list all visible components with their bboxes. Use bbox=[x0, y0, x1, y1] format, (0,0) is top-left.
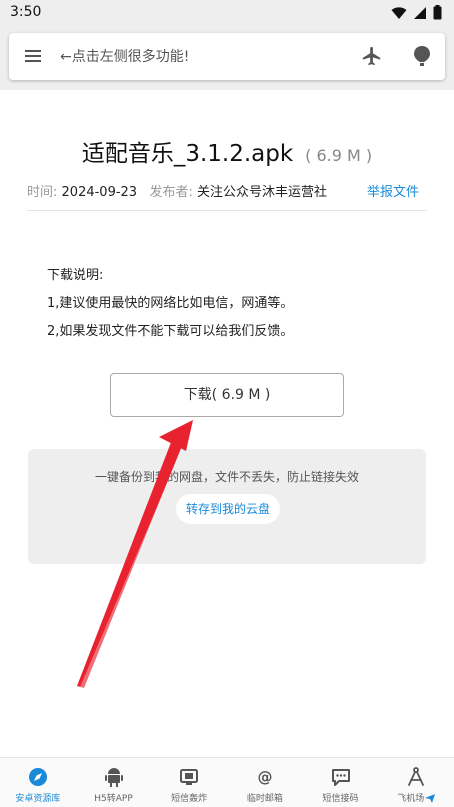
save-to-cloud-button[interactable]: 转存到我的云盘 bbox=[176, 494, 280, 524]
cloud-backup-text: 一键备份到我的网盘，文件不丢失，防止链接失效 bbox=[94, 470, 359, 484]
time-label: 时间: bbox=[27, 185, 58, 200]
message-icon bbox=[331, 769, 350, 786]
signal-icon bbox=[414, 6, 426, 19]
instructions-line-1: 1,建议使用最快的网络比如电信，网通等。 bbox=[47, 296, 294, 311]
report-file-link[interactable]: 举报文件 bbox=[367, 181, 419, 200]
battery-icon bbox=[433, 5, 442, 20]
balloon-icon[interactable] bbox=[412, 45, 432, 67]
nav-item-sms-code[interactable]: 短信接码 bbox=[303, 758, 379, 807]
download-button[interactable]: 下载( 6.9 M ) bbox=[110, 373, 344, 417]
menu-icon[interactable] bbox=[23, 47, 43, 65]
nav-item-h5-to-app[interactable]: H5转APP bbox=[76, 758, 152, 807]
bottom-nav: 安卓资源库 H5转APP 短信轰炸 @ 临时邮箱 短信接码 飞机场 bbox=[0, 757, 454, 807]
nav-item-temp-email[interactable]: @ 临时邮箱 bbox=[227, 758, 303, 807]
publisher-value: 关注公众号沐丰运营社 bbox=[197, 185, 328, 200]
nav-label: 临时邮箱 bbox=[246, 794, 283, 804]
nav-item-airport[interactable]: 飞机场 bbox=[378, 758, 454, 807]
nav-label: H5转APP bbox=[94, 794, 133, 804]
nav-item-android-resources[interactable]: 安卓资源库 bbox=[0, 758, 76, 807]
compass-icon bbox=[28, 768, 47, 786]
nav-label-text: 飞机场 bbox=[397, 794, 425, 804]
publisher-label: 发布者: bbox=[149, 185, 193, 200]
paper-plane-icon bbox=[425, 794, 436, 803]
nav-label: 飞机场 bbox=[397, 791, 436, 804]
status-time: 3:50 bbox=[10, 4, 42, 20]
search-input[interactable]: ←点击左侧很多功能! bbox=[60, 46, 189, 66]
download-instructions: 下载说明: 1,建议使用最快的网络比如电信，网通等。 2,如果发现文件不能下载可… bbox=[47, 262, 293, 346]
airplane-icon[interactable] bbox=[361, 45, 383, 67]
nav-label: 安卓资源库 bbox=[15, 794, 61, 804]
nav-label: 短信接码 bbox=[322, 794, 359, 804]
time-value: 2024-09-23 bbox=[61, 185, 138, 200]
compass-tool-icon bbox=[408, 767, 425, 786]
instructions-line-2: 2,如果发现文件不能下载可以给我们反馈。 bbox=[47, 324, 294, 339]
file-size: ( 6.9 M ) bbox=[305, 146, 373, 165]
nav-item-sms-bomb[interactable]: 短信轰炸 bbox=[151, 758, 227, 807]
cloud-backup-panel: 一键备份到我的网盘，文件不丢失，防止链接失效 转存到我的云盘 bbox=[28, 449, 426, 564]
search-bar[interactable]: ←点击左侧很多功能! bbox=[9, 33, 445, 80]
file-name: 适配音乐_3.1.2.apk bbox=[81, 141, 294, 167]
android-icon bbox=[104, 768, 123, 787]
tv-icon bbox=[180, 769, 199, 785]
nav-label: 短信轰炸 bbox=[171, 794, 208, 804]
file-title: 适配音乐_3.1.2.apk ( 6.9 M ) bbox=[0, 134, 454, 168]
instructions-title: 下载说明: bbox=[47, 268, 104, 283]
file-meta: 时间: 2024-09-23 发布者: 关注公众号沐丰运营社 举报文件 bbox=[27, 181, 427, 211]
svg-text:@: @ bbox=[257, 768, 272, 786]
at-icon: @ bbox=[257, 768, 272, 786]
status-icons bbox=[391, 5, 442, 20]
status-bar: 3:50 bbox=[0, 0, 454, 26]
wifi-icon bbox=[391, 6, 407, 19]
